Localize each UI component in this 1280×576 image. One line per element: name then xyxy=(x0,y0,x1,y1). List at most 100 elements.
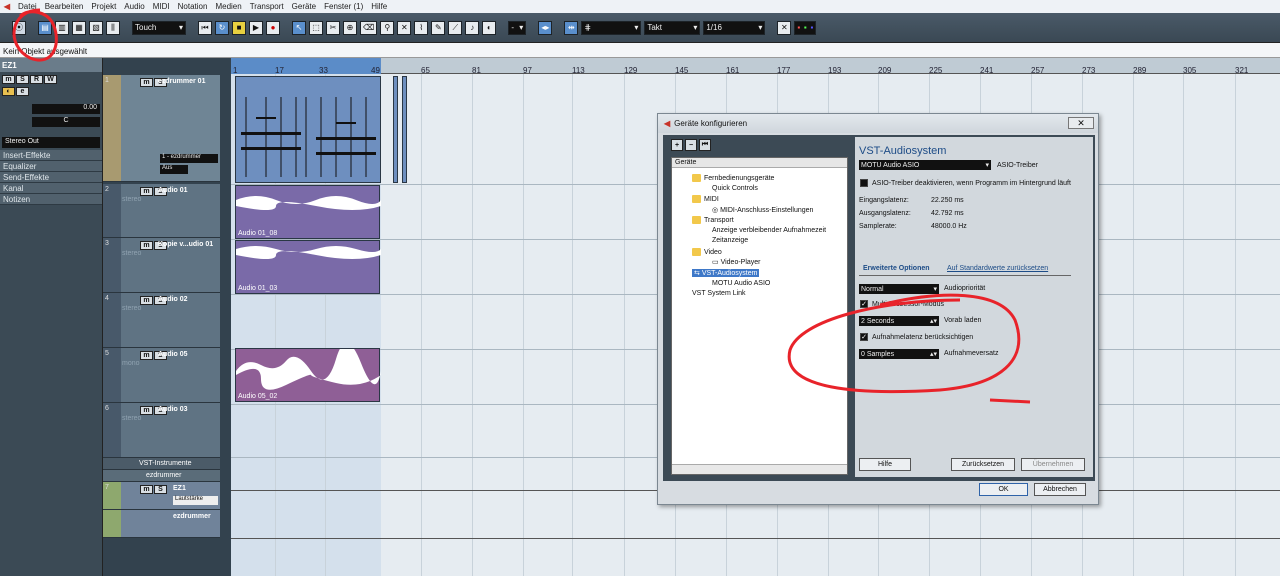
tree-hscrollbar[interactable] xyxy=(672,464,847,474)
help-button[interactable]: Hilfe xyxy=(859,458,911,471)
activate-project-button[interactable]: ⦿ xyxy=(12,20,26,35)
track-row[interactable]: 7 mS EZ1 Lautstärke xyxy=(103,482,220,510)
mute-button[interactable]: m xyxy=(140,296,153,305)
eraser-tool-icon[interactable]: ⌫ xyxy=(360,20,378,35)
solo-button[interactable]: S xyxy=(16,75,29,84)
menu-midi[interactable]: MIDI xyxy=(149,2,174,11)
track-row[interactable]: 1 mS ezdrummer 01 1 - ezdrummer Aus xyxy=(103,75,220,182)
arrow-tool-icon[interactable]: ↖ xyxy=(292,20,306,35)
output-routing[interactable]: Stereo Out xyxy=(2,137,100,148)
tree-node-record-time[interactable]: Anzeige verbleibender Aufnahmezeit xyxy=(712,227,826,234)
timewarp-tool-icon[interactable]: ⌇ xyxy=(414,20,429,35)
track-output[interactable]: 1 - ezdrummer xyxy=(160,154,218,163)
inspector-notes[interactable]: Notizen xyxy=(0,194,102,205)
apply-button[interactable]: Übernehmen xyxy=(1021,458,1085,471)
folder-name[interactable]: VST-Instrumente xyxy=(139,460,192,467)
ok-button[interactable]: OK xyxy=(979,483,1028,496)
split-tool-icon[interactable]: ✂ xyxy=(326,20,340,35)
line-tool-icon[interactable]: ⟋ xyxy=(448,20,463,35)
automation-param[interactable]: Lautstärke xyxy=(173,496,218,505)
tree-node-midi[interactable]: MIDI xyxy=(692,195,719,203)
track-row[interactable]: 3 mS Kopie v...udio 01 stereo xyxy=(103,238,220,293)
grid-type-select[interactable]: Takt ▾ xyxy=(644,20,701,35)
record-offset-field[interactable]: 0 Samples ▴▾ xyxy=(859,349,939,359)
mute-button[interactable]: m xyxy=(140,187,153,196)
tree-node-video[interactable]: Video xyxy=(692,248,722,256)
track-row[interactable]: ezdrummer xyxy=(103,510,220,538)
record-icon[interactable]: ● xyxy=(266,20,280,35)
inspector-send-effects[interactable]: Send-Effekte xyxy=(0,172,102,183)
track-name[interactable]: ezdrummer xyxy=(173,513,211,520)
tree-node-video-player[interactable]: ▭ Video-Player xyxy=(712,258,761,266)
edit-icon[interactable]: e xyxy=(16,87,29,96)
track-name[interactable]: Audio 02 xyxy=(158,296,188,303)
infoline-toggle-icon[interactable]: ▥ xyxy=(55,20,69,35)
reset-button[interactable]: Zurücksetzen xyxy=(951,458,1015,471)
menu-fenster[interactable]: Fenster (1) xyxy=(320,2,367,11)
inspector-toggle-icon[interactable]: ▤ xyxy=(38,20,52,35)
inspector-channel[interactable]: Kanal xyxy=(0,183,102,194)
menu-hilfe[interactable]: Hilfe xyxy=(367,2,391,11)
folder-track[interactable]: VST-Instrumente xyxy=(103,458,220,470)
midi-clip[interactable] xyxy=(235,76,381,183)
draw-tool-icon[interactable]: ✎ xyxy=(431,20,446,35)
time-ruler[interactable]: 1 17 33 49 65 81 97 113 129 145 161 177 … xyxy=(231,58,1280,75)
audio-clip[interactable]: Audio 01_03 xyxy=(235,240,381,294)
automation-mode-select[interactable]: Touch ▾ xyxy=(132,20,186,35)
go-to-start-icon[interactable]: ⏮ xyxy=(198,20,212,35)
cancel-button[interactable]: Abbrechen xyxy=(1034,483,1086,496)
preload-select[interactable]: 2 Seconds ▴▾ xyxy=(859,316,939,326)
tree-node-system-link[interactable]: VST System Link xyxy=(692,290,746,297)
cubase-logo-icon[interactable]: ◀ xyxy=(0,0,14,13)
cycle-icon[interactable]: ↻ xyxy=(215,20,229,35)
track-row[interactable]: 4 mS Audio 02 stereo xyxy=(103,293,220,348)
zoom-tool-icon[interactable]: ⚲ xyxy=(380,20,395,35)
audio-priority-select[interactable]: Normal ▾ xyxy=(859,284,939,294)
remove-device-icon[interactable]: − xyxy=(685,139,697,151)
deactivate-driver-checkbox[interactable] xyxy=(860,179,868,187)
menu-notation[interactable]: Notation xyxy=(174,2,212,11)
read-button[interactable]: R xyxy=(30,75,43,84)
folder-track[interactable]: ezdrummer xyxy=(103,470,220,482)
mixer-toggle-icon[interactable]: ⫼ xyxy=(106,20,120,35)
menu-audio[interactable]: Audio xyxy=(120,2,148,11)
menu-projekt[interactable]: Projekt xyxy=(87,2,120,11)
tree-node-motu[interactable]: MOTU Audio ASIO xyxy=(712,280,770,287)
track-name[interactable]: EZ1 xyxy=(173,485,186,492)
mute-button[interactable]: m xyxy=(140,351,153,360)
tree-node-transport[interactable]: Transport xyxy=(692,216,734,224)
track-name[interactable]: ezdrummer 01 xyxy=(158,78,205,85)
volume-value[interactable]: 0.00 xyxy=(32,104,100,114)
color-select[interactable]: ▪ ▪ ▪ xyxy=(794,20,817,35)
quantize-select[interactable]: 1/16 ▾ xyxy=(703,20,766,35)
close-icon[interactable]: ✕ xyxy=(1068,117,1094,129)
play-icon[interactable]: ▶ xyxy=(249,20,263,35)
add-device-icon[interactable]: + xyxy=(671,139,683,151)
track-name[interactable]: Kopie v...udio 01 xyxy=(158,241,213,248)
tree-node-midi-ports[interactable]: ◎ MIDI-Anschluss-Einstellungen xyxy=(712,206,813,214)
mute-button[interactable]: m xyxy=(140,78,153,87)
inspector-insert-effects[interactable]: Insert-Effekte xyxy=(0,150,102,161)
tree-node-remote[interactable]: Fernbedienungsgeräte xyxy=(692,174,774,182)
overview-toggle-icon[interactable]: ▦ xyxy=(72,20,86,35)
folder-name[interactable]: ezdrummer xyxy=(146,472,181,479)
tree-node-vst-audio[interactable]: ⇆ VST-Audiosystem xyxy=(692,269,760,277)
mute-tool-icon[interactable]: ✕ xyxy=(397,20,412,35)
stop-icon[interactable]: ■ xyxy=(232,20,246,35)
track-row[interactable]: 5 mS Audio 05 mono xyxy=(103,348,220,403)
snap-value-select[interactable]: - ▾ xyxy=(508,20,527,35)
audio-clip[interactable]: Audio 01_08 xyxy=(235,185,381,239)
track-input[interactable]: Aus xyxy=(160,165,188,174)
track-row[interactable]: 2 mS Audio 01 stereo xyxy=(103,184,220,238)
track-row[interactable]: 6 mS Audio 03 stereo xyxy=(103,403,220,458)
track-name[interactable]: Audio 03 xyxy=(158,406,188,413)
pan-value[interactable]: C xyxy=(32,117,100,127)
mute-button[interactable]: m xyxy=(2,75,15,84)
play-tool-icon[interactable]: ♪ xyxy=(465,20,480,35)
asio-driver-select[interactable]: MOTU Audio ASIO ▾ xyxy=(859,160,991,170)
range-tool-icon[interactable]: ⬚ xyxy=(309,20,323,35)
autoscroll-icon[interactable]: ◂▸ xyxy=(538,20,553,35)
menu-bearbeiten[interactable]: Bearbeiten xyxy=(41,2,88,11)
menu-transport[interactable]: Transport xyxy=(246,2,288,11)
midi-clip[interactable] xyxy=(393,76,398,183)
